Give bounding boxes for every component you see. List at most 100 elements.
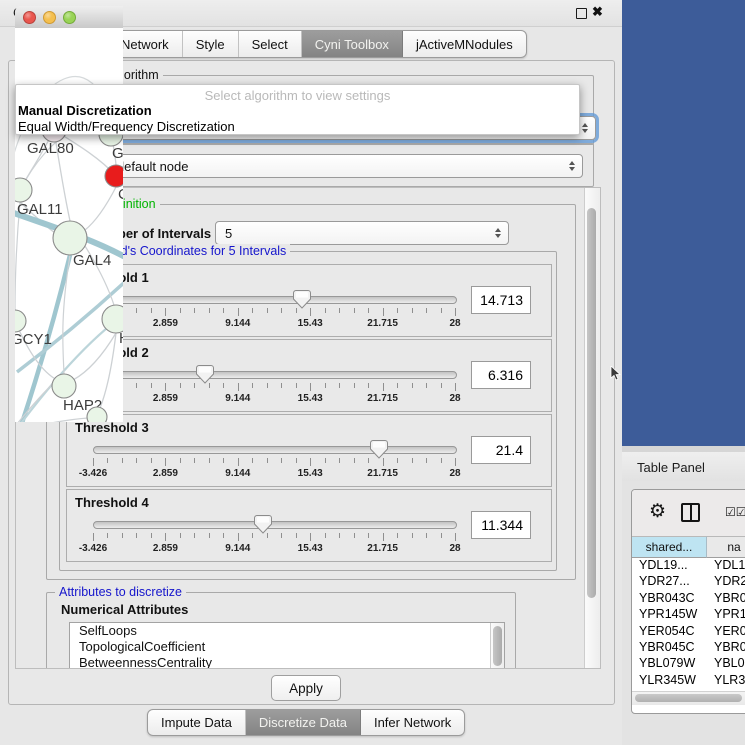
tick-label: 21.715 xyxy=(353,318,413,329)
attribute-item[interactable]: TopologicalCoefficient xyxy=(70,639,504,655)
slider-thumb[interactable] xyxy=(196,364,214,384)
tick-mark xyxy=(354,458,355,463)
threshold-value-field[interactable]: 11.344 xyxy=(471,511,531,539)
split-columns-icon[interactable] xyxy=(681,503,700,522)
tick-mark xyxy=(151,533,152,538)
network-node[interactable] xyxy=(15,310,26,332)
close-light[interactable] xyxy=(23,11,36,24)
tick-mark xyxy=(151,458,152,463)
tick-mark xyxy=(194,383,195,388)
network-edge[interactable] xyxy=(20,126,111,190)
tick-mark xyxy=(209,533,210,538)
tab-label: Discretize Data xyxy=(259,715,347,730)
numerical-attributes-list[interactable]: SelfLoopsTopologicalCoefficientBetweenne… xyxy=(69,622,505,669)
close-icon[interactable]: ✖ xyxy=(592,4,603,20)
tick-mark xyxy=(238,458,239,466)
tick-mark xyxy=(310,458,311,466)
tick-label: 2.859 xyxy=(135,393,195,404)
tick-mark xyxy=(426,308,427,313)
tick-mark xyxy=(383,533,384,541)
table-row[interactable]: YBR045CYBR04 xyxy=(632,640,745,656)
table-row[interactable]: YDR27...YDR27 xyxy=(632,574,745,590)
table-row[interactable]: YDL19...YDL19 xyxy=(632,558,745,574)
slider-track[interactable] xyxy=(93,296,457,304)
slider-thumb[interactable] xyxy=(254,514,272,534)
tick-mark xyxy=(397,308,398,313)
dropdown-option[interactable]: Equal Width/Frequency Discretization xyxy=(16,119,579,135)
dropdown-hint: Select algorithm to view settings xyxy=(16,85,579,103)
zoom-light[interactable] xyxy=(63,11,76,24)
slider-track[interactable] xyxy=(93,446,457,454)
settings-scrollbar[interactable] xyxy=(584,188,600,668)
table-cell: YDR27 xyxy=(707,574,745,590)
list-scrollbar[interactable] xyxy=(490,623,504,669)
tick-label: 9.144 xyxy=(208,543,268,554)
tick-label: 2.859 xyxy=(135,468,195,479)
tab-jactivemnodules[interactable]: jActiveMNodules xyxy=(403,31,526,57)
network-edge[interactable] xyxy=(19,418,88,422)
table-cell: YDL19... xyxy=(632,558,707,574)
tab-discretize-data[interactable]: Discretize Data xyxy=(246,710,361,735)
tick-mark xyxy=(412,458,413,463)
table-horizontal-scrollbar[interactable] xyxy=(632,691,745,705)
tick-mark xyxy=(281,308,282,313)
apply-button[interactable]: Apply xyxy=(271,675,341,701)
dropdown-option[interactable]: Manual Discretization xyxy=(16,103,579,119)
tick-label: 28 xyxy=(425,393,485,404)
table-cell: YDR27... xyxy=(632,574,707,590)
column-header[interactable]: shared... xyxy=(632,536,707,558)
network-node[interactable] xyxy=(52,374,76,398)
tab-cyni-toolbox[interactable]: Cyni Toolbox xyxy=(302,31,403,57)
table-row[interactable]: YBL079WYBL07 xyxy=(632,656,745,672)
tick-mark xyxy=(93,458,94,466)
tick-mark xyxy=(252,533,253,538)
table-row[interactable]: YBR043CYBR04 xyxy=(632,591,745,607)
num-intervals-select[interactable]: 5 xyxy=(215,221,509,245)
table-toolbar: ⚙ ☑☑ xyxy=(632,490,745,536)
checkbox-icon[interactable]: ☑☑ xyxy=(725,505,745,519)
tick-mark xyxy=(339,308,340,313)
algorithm-dropdown-popup: Select algorithm to view settings Manual… xyxy=(15,84,580,135)
threshold-row: Threshold 1-3.4262.8599.14415.4321.71528… xyxy=(66,264,552,337)
cyni-mode-tabs: Impute Data Discretize Data Infer Network xyxy=(147,709,465,736)
tick-mark xyxy=(296,533,297,538)
threshold-value-field[interactable]: 6.316 xyxy=(471,361,531,389)
network-edge[interactable] xyxy=(100,333,116,408)
tab-infer-network[interactable]: Infer Network xyxy=(361,710,464,735)
threshold-value-field[interactable]: 14.713 xyxy=(471,286,531,314)
column-header[interactable]: na xyxy=(707,536,745,558)
attributes-group-title: Attributes to discretize xyxy=(55,585,186,599)
network-node[interactable] xyxy=(15,178,32,202)
network-node[interactable] xyxy=(105,165,123,187)
slider-track[interactable] xyxy=(93,521,457,529)
tick-mark xyxy=(151,308,152,313)
minimize-light[interactable] xyxy=(43,11,56,24)
slider-thumb[interactable] xyxy=(370,439,388,459)
slider-thumb[interactable] xyxy=(293,289,311,309)
table-row[interactable]: YER054CYER05 xyxy=(632,624,745,640)
tab-impute-data[interactable]: Impute Data xyxy=(148,710,246,735)
network-edge[interactable] xyxy=(85,187,116,230)
threshold-value-field[interactable]: 21.4 xyxy=(471,436,531,464)
tick-mark xyxy=(252,308,253,313)
attribute-item[interactable]: SelfLoops xyxy=(70,623,504,639)
network-node[interactable] xyxy=(87,407,107,422)
table-row[interactable]: YPR145WYPR14 xyxy=(632,607,745,623)
tick-mark xyxy=(223,308,224,313)
table-row[interactable]: YLR345WYLR34 xyxy=(632,673,745,689)
network-edge[interactable] xyxy=(15,202,20,310)
tick-mark xyxy=(455,383,456,391)
tick-mark xyxy=(455,458,456,466)
tab-select[interactable]: Select xyxy=(239,31,302,57)
tab-label: Network xyxy=(121,37,169,52)
tick-mark xyxy=(397,383,398,388)
float-window-icon[interactable] xyxy=(576,8,587,19)
gear-icon[interactable]: ⚙ xyxy=(649,500,666,523)
table-cell: YLR34 xyxy=(707,673,745,689)
network-node[interactable] xyxy=(53,221,87,255)
slider-track[interactable] xyxy=(93,371,457,379)
network-window-titlebar[interactable] xyxy=(15,6,123,29)
tab-style[interactable]: Style xyxy=(183,31,239,57)
attribute-item[interactable]: BetweennessCentrality xyxy=(70,655,504,669)
tick-mark xyxy=(441,308,442,313)
